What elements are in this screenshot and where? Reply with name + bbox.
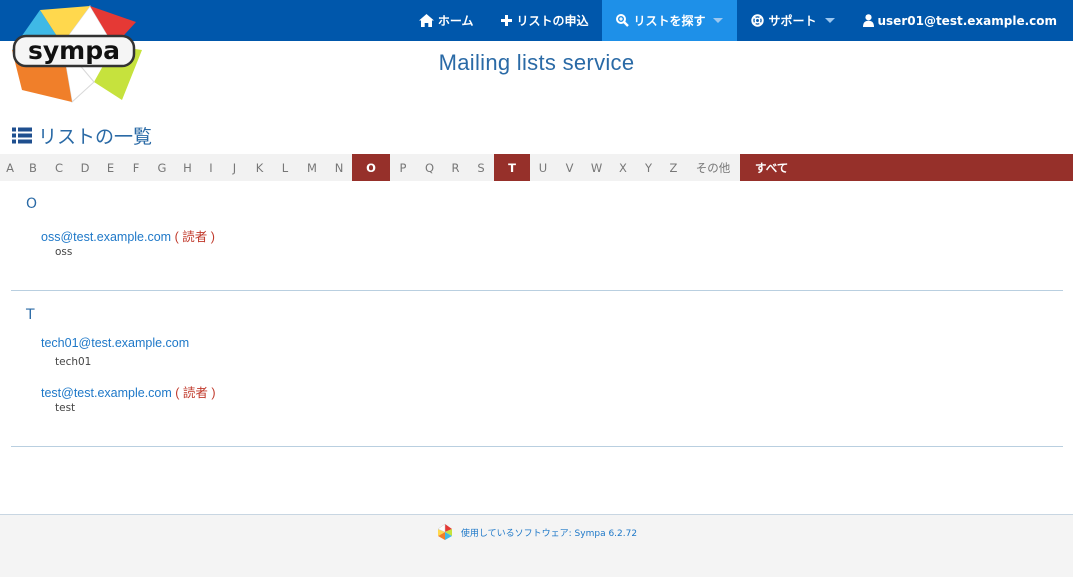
list-description: oss <box>55 246 72 258</box>
search-icon <box>616 14 629 27</box>
letter-filter-v[interactable]: V <box>556 154 583 181</box>
lifebuoy-icon <box>751 14 764 27</box>
list-address[interactable]: test@test.example.com <box>41 386 172 400</box>
nav-user-menu[interactable]: user01@test.example.com <box>849 0 1073 41</box>
nav-search-label: リストを探す <box>633 12 705 29</box>
list-address[interactable]: oss@test.example.com <box>41 230 171 244</box>
letter-filter-p[interactable]: P <box>390 154 416 181</box>
letter-filter-r[interactable]: R <box>443 154 468 181</box>
footer-software-link[interactable]: 使用しているソフトウェア: Sympa 6.2.72 <box>461 526 637 539</box>
letter-filter-n[interactable]: N <box>326 154 352 181</box>
letter-filter-q[interactable]: Q <box>416 154 443 181</box>
letter-filter-i[interactable]: I <box>200 154 222 181</box>
plus-icon <box>501 15 512 26</box>
letter-filter-m[interactable]: M <box>298 154 326 181</box>
group-divider <box>11 290 1063 291</box>
list-description: tech01 <box>55 356 91 368</box>
letter-filter-l[interactable]: L <box>272 154 298 181</box>
nav-user-label: user01@test.example.com <box>878 14 1058 28</box>
site-title: Mailing lists service <box>0 50 1073 76</box>
letter-filter-all[interactable]: すべて <box>740 154 1073 181</box>
letter-filter-j[interactable]: J <box>222 154 247 181</box>
home-icon <box>419 14 434 27</box>
sympa-mini-logo-icon <box>436 523 454 541</box>
letter-filter-bar: ABCDEFGHIJKLMNOPQRSTUVWXYZその他すべて <box>0 154 1073 181</box>
page-heading: リストの一覧 <box>12 122 152 149</box>
letter-filter-o[interactable]: O <box>352 154 390 181</box>
letter-filter-k[interactable]: K <box>247 154 272 181</box>
list-role: ( 読者 ) <box>175 386 215 400</box>
letter-filter-c[interactable]: C <box>46 154 72 181</box>
group-divider <box>11 446 1063 447</box>
letter-filter-t[interactable]: T <box>494 154 530 181</box>
nav-support[interactable]: サポート <box>737 0 848 41</box>
list-item-link[interactable]: tech01@test.example.com <box>41 336 189 350</box>
letter-filter-w[interactable]: W <box>583 154 610 181</box>
list-icon <box>12 127 32 144</box>
top-navbar: ホーム リストの申込 リストを探す サポート user01@ <box>0 0 1073 41</box>
list-address[interactable]: tech01@test.example.com <box>41 336 189 350</box>
letter-filter-g[interactable]: G <box>149 154 175 181</box>
chevron-down-icon <box>713 18 723 23</box>
letter-filter-b[interactable]: B <box>20 154 46 181</box>
letter-filter-x[interactable]: X <box>610 154 636 181</box>
footer: 使用しているソフトウェア: Sympa 6.2.72 <box>0 514 1073 577</box>
letter-filter-a[interactable]: A <box>0 154 20 181</box>
nav-support-label: サポート <box>768 12 816 29</box>
list-item-link[interactable]: oss@test.example.com ( 読者 ) <box>41 226 215 245</box>
list-description: test <box>55 402 75 414</box>
letter-filter-f[interactable]: F <box>123 154 149 181</box>
nav-request-list[interactable]: リストの申込 <box>487 0 602 41</box>
user-icon <box>863 14 874 27</box>
letter-filter-s[interactable]: S <box>468 154 494 181</box>
letter-filter-d[interactable]: D <box>72 154 98 181</box>
letter-filter-other[interactable]: その他 <box>686 154 740 181</box>
letter-filter-z[interactable]: Z <box>661 154 686 181</box>
chevron-down-icon <box>825 18 835 23</box>
letter-filter-u[interactable]: U <box>530 154 556 181</box>
letter-filter-e[interactable]: E <box>98 154 123 181</box>
letter-filter-y[interactable]: Y <box>636 154 661 181</box>
list-item-link[interactable]: test@test.example.com ( 読者 ) <box>41 382 216 401</box>
group-letter-o: O <box>26 196 37 212</box>
list-role: ( 読者 ) <box>175 230 215 244</box>
nav-home-label: ホーム <box>438 12 474 29</box>
nav-home[interactable]: ホーム <box>405 0 488 41</box>
nav-search-lists[interactable]: リストを探す <box>602 0 737 41</box>
letter-filter-h[interactable]: H <box>175 154 200 181</box>
nav-request-label: リストの申込 <box>516 12 588 29</box>
footer-credit: 使用しているソフトウェア: Sympa 6.2.72 <box>0 523 1073 541</box>
main-menu: ホーム リストの申込 リストを探す サポート user01@ <box>405 0 1073 41</box>
page-heading-text: リストの一覧 <box>38 122 152 149</box>
group-letter-t: T <box>26 307 35 323</box>
